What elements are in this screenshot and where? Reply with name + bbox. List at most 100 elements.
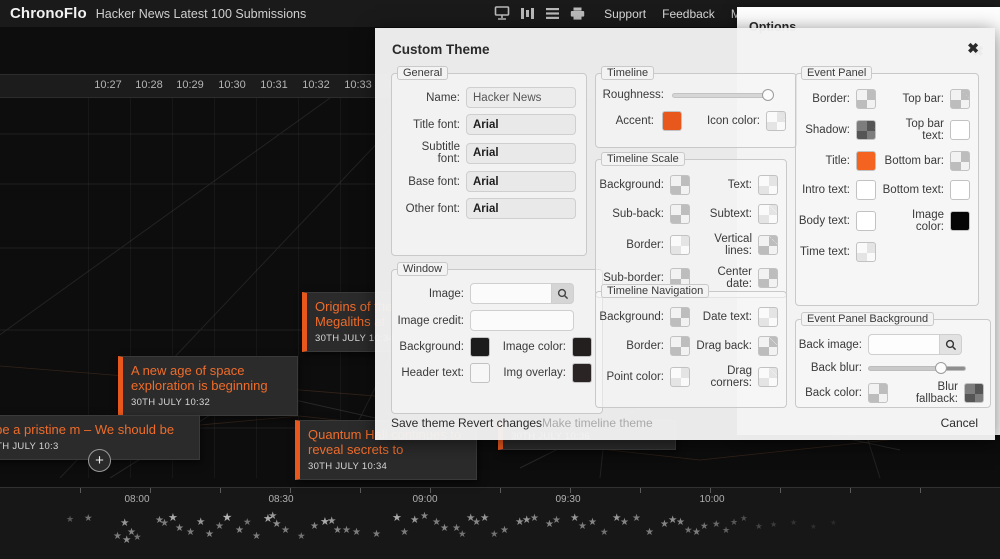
ts-text-swatch[interactable]: [758, 175, 778, 195]
nav-event-marker: ★: [400, 527, 409, 538]
icon-color-swatch[interactable]: [766, 111, 786, 131]
ep-top-bar-text-swatch[interactable]: [950, 120, 970, 140]
accent-color-swatch[interactable]: [662, 111, 682, 131]
window-img-overlay-swatch[interactable]: [572, 363, 592, 383]
ts-vertical-lines-swatch[interactable]: [758, 235, 778, 255]
nav-tick-label: 10:00: [699, 494, 725, 505]
revert-changes-button[interactable]: Revert changes: [458, 416, 542, 430]
tn-date-text-swatch[interactable]: [758, 307, 778, 327]
ep-top-bar-swatch[interactable]: [950, 89, 970, 109]
ep-time-text-label: Time text:: [799, 246, 850, 258]
menu-item-support[interactable]: Support: [604, 7, 646, 21]
roughness-slider[interactable]: [672, 88, 775, 102]
nav-event-marker: ★: [600, 527, 609, 538]
ep-intro-text-swatch[interactable]: [856, 180, 876, 200]
nav-event-marker: ★: [186, 527, 195, 538]
window-image-color-swatch[interactable]: [572, 337, 592, 357]
ep-time-text-swatch[interactable]: [856, 242, 876, 262]
window-background-row: Background: Image color:: [396, 337, 592, 357]
make-timeline-theme-button[interactable]: Make timeline theme: [542, 416, 653, 430]
save-theme-button[interactable]: Save theme: [391, 416, 455, 430]
ep-image-color-swatch[interactable]: [950, 211, 970, 231]
nav-event-marker: ★: [700, 521, 709, 532]
scale-tick: 10:33: [344, 79, 372, 91]
epb-back-color-swatch[interactable]: [868, 383, 888, 403]
other-font-input[interactable]: [466, 198, 576, 219]
rows-icon[interactable]: [544, 6, 561, 21]
tn-point-color-swatch[interactable]: [670, 367, 690, 387]
name-input[interactable]: [466, 87, 576, 108]
tn-border-swatch[interactable]: [670, 336, 690, 356]
nav-event-marker: ★: [310, 521, 319, 532]
nav-event-marker: ★: [588, 517, 597, 528]
tn-border-label: Border:: [626, 340, 664, 352]
ts-subback-swatch[interactable]: [670, 204, 690, 224]
window-image-credit-label: Image credit:: [397, 314, 464, 327]
tn-drag-back-label: Drag back:: [696, 340, 752, 352]
cancel-button[interactable]: Cancel: [941, 416, 978, 430]
timeline-scale-section: Timeline Scale Background: Text: Sub-bac…: [595, 152, 787, 298]
app-brand: ChronoFlo: [10, 5, 87, 22]
timeline-navigation-bar[interactable]: 08:00 08:30 09:00 09:30 10:00 ★ ★ ★ ★ ★ ★ ★ ★ ★ ★…: [0, 487, 1000, 559]
nav-tick-label: 08:30: [268, 494, 294, 505]
ep-shadow-swatch[interactable]: [856, 120, 876, 140]
nav-event-marker: ★: [272, 519, 282, 530]
ts-subtext-swatch[interactable]: [758, 204, 778, 224]
tn-background-row: Background: Date text:: [598, 307, 778, 327]
ts-background-row: Background: Text:: [598, 175, 778, 195]
event-panel-background-legend: Event Panel Background: [801, 312, 935, 326]
search-icon[interactable]: [940, 334, 962, 355]
window-image-row: Image:: [396, 283, 592, 304]
window-image-input[interactable]: [470, 283, 552, 304]
subtitle-font-input[interactable]: [466, 142, 576, 164]
nav-event-marker: ★: [66, 514, 74, 524]
event-panel-legend: Event Panel: [801, 66, 873, 80]
back-blur-slider[interactable]: [868, 361, 966, 375]
event-card-title: y be a pristine m – We should be: [0, 422, 175, 437]
nav-event-marker: ★: [352, 527, 361, 538]
ep-shadow-row: Shadow: Top bar text:: [798, 118, 972, 142]
ts-background-swatch[interactable]: [670, 175, 690, 195]
ep-title-row: Title: Bottom bar:: [798, 151, 972, 171]
tn-drag-back-swatch[interactable]: [758, 336, 778, 356]
print-icon[interactable]: [569, 6, 586, 21]
tn-drag-corners-swatch[interactable]: [758, 367, 778, 387]
nav-event-marker: ★: [133, 532, 142, 543]
menu-item-feedback[interactable]: Feedback: [662, 7, 715, 21]
ep-bottom-text-swatch[interactable]: [950, 180, 970, 200]
ep-body-text-swatch[interactable]: [856, 211, 876, 231]
scale-tick: 10:28: [135, 79, 163, 91]
nav-event-marker: ★: [420, 511, 429, 522]
custom-theme-dialog: Custom Theme ✖ General Name: Title font:…: [375, 28, 995, 440]
dialog-close-icon[interactable]: ✖: [967, 40, 979, 57]
ts-border-swatch[interactable]: [670, 235, 690, 255]
event-card[interactable]: A new age of space exploration is beginn…: [118, 356, 298, 416]
nav-event-marker: ★: [168, 512, 178, 524]
base-font-input[interactable]: [466, 171, 576, 192]
add-event-button[interactable]: +: [88, 449, 111, 472]
epb-back-image-input[interactable]: [868, 334, 940, 355]
timeline-section: Timeline Roughness: Accent: Icon color:: [595, 66, 797, 148]
epb-back-blur-label: Back blur:: [810, 362, 862, 374]
ep-top-bar-text-label: Top bar text:: [905, 118, 944, 142]
nav-event-marker: ★: [297, 531, 306, 542]
ep-title-swatch[interactable]: [856, 151, 876, 171]
nav-event-marker: ★: [392, 512, 402, 524]
window-image-credit-input[interactable]: [470, 310, 574, 331]
ep-bottom-bar-swatch[interactable]: [950, 151, 970, 171]
presentation-icon[interactable]: [494, 6, 511, 21]
tn-background-swatch[interactable]: [670, 307, 690, 327]
window-background-swatch[interactable]: [470, 337, 490, 357]
nav-event-marker: ★: [222, 512, 233, 524]
search-icon[interactable]: [552, 283, 574, 304]
ep-top-bar-label: Top bar:: [902, 93, 944, 105]
window-header-text-swatch[interactable]: [470, 363, 490, 383]
nav-event-marker: ★: [620, 517, 629, 528]
columns-icon[interactable]: [519, 6, 536, 21]
ep-border-swatch[interactable]: [856, 89, 876, 109]
nav-event-marker: ★: [440, 523, 449, 534]
ts-background-label: Background:: [599, 179, 664, 191]
title-font-input[interactable]: [466, 114, 576, 135]
epb-blur-fallback-swatch[interactable]: [964, 383, 984, 403]
nav-event-marker: ★: [830, 518, 837, 527]
